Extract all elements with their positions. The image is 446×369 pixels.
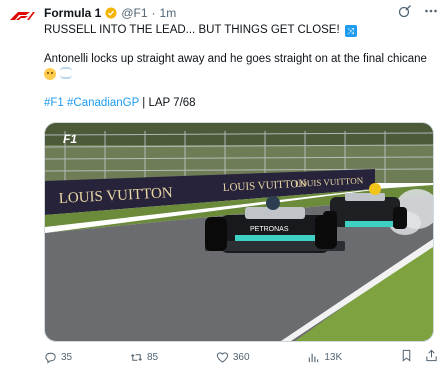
grok-icon[interactable] [398, 4, 412, 23]
reply-button[interactable]: 35 [44, 351, 72, 364]
post-time[interactable]: 1m [160, 6, 177, 20]
car-sponsor-text: PETRONAS [250, 226, 289, 233]
verified-badge-icon [105, 7, 117, 19]
dash-emoji-icon [60, 67, 73, 79]
shuffle-emoji-icon: ⤨ [344, 25, 357, 37]
reply-count: 35 [61, 351, 73, 363]
more-icon[interactable] [424, 4, 438, 23]
like-count: 360 [232, 351, 250, 363]
tweet: Formula 1 @F1 · 1m RUSSELL INTO THE LEAD… [0, 0, 446, 369]
lap-info: | LAP 7/68 [139, 97, 196, 109]
repost-icon [130, 353, 142, 361]
f1-avatar[interactable] [8, 6, 36, 26]
views-button[interactable]: 13K [307, 351, 342, 364]
hashtag-f1[interactable]: #F1 [44, 97, 64, 109]
bookmark-icon [402, 349, 411, 362]
heart-icon [216, 351, 228, 363]
account-name[interactable]: Formula 1 [44, 6, 101, 20]
reply-icon [45, 352, 56, 364]
f1-logo-overlay: F1 [63, 132, 77, 146]
bookmark-button[interactable] [400, 349, 413, 365]
post-tags: #F1 #CanadianGP | LAP 7/68 [44, 96, 436, 111]
top-icons [398, 4, 438, 23]
post-line-1: RUSSELL INTO THE LEAD... BUT THINGS GET … [44, 23, 436, 38]
post-headline: RUSSELL INTO THE LEAD... BUT THINGS GET … [44, 24, 340, 36]
grimacing-face-emoji-icon [44, 68, 56, 80]
action-bar: 35 85 360 13K [44, 349, 438, 365]
views-icon [309, 353, 319, 362]
post-line-2: Antonelli locks up straight away and he … [44, 52, 436, 67]
post-emojis [44, 67, 436, 84]
hashtag-canadiangp[interactable]: #CanadianGP [67, 97, 139, 109]
share-button[interactable] [425, 349, 438, 365]
account-handle[interactable]: @F1 [121, 6, 147, 20]
like-button[interactable]: 360 [216, 351, 250, 364]
right-actions [400, 349, 438, 365]
repost-button[interactable]: 85 [130, 351, 158, 364]
share-icon [426, 349, 437, 362]
tweet-header: Formula 1 @F1 · 1m [44, 5, 386, 21]
repost-count: 85 [146, 351, 159, 363]
view-count: 13K [324, 351, 343, 363]
separator-dot: · [151, 6, 156, 20]
post-body: Antonelli locks up straight away and he … [44, 53, 427, 65]
post-media-image[interactable]: LOUIS VUITTON LOUIS VUITTON LOUIS VUITTO… [44, 122, 434, 342]
